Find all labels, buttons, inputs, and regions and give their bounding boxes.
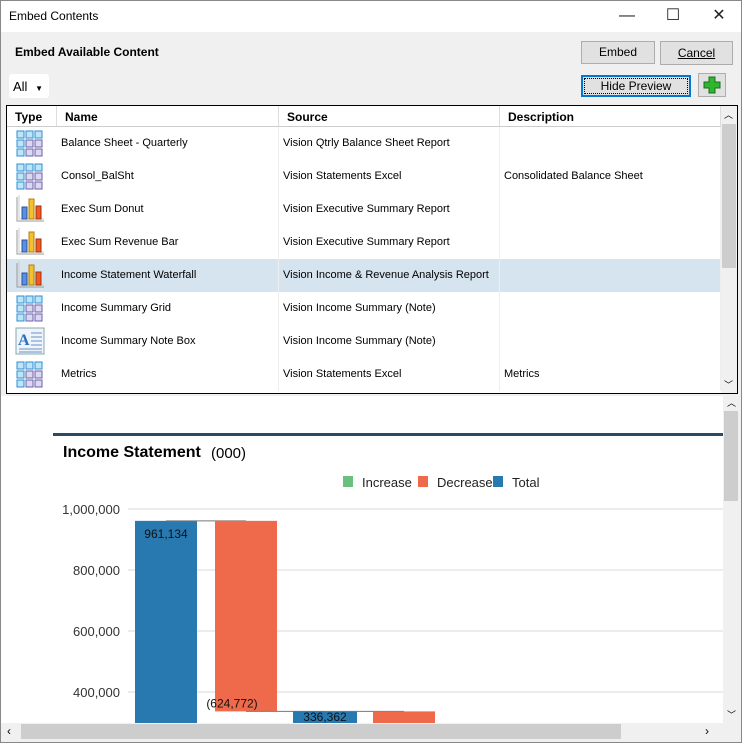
data-label: 961,134: [144, 527, 188, 541]
scrollbar-thumb[interactable]: [724, 411, 738, 501]
row-name: Income Summary Note Box: [57, 325, 279, 358]
data-label: 336,362: [303, 710, 347, 723]
legend-swatch: [493, 476, 503, 487]
legend-label[interactable]: Decrease: [437, 475, 493, 490]
content-table: Type Name Source Description Balance She…: [6, 105, 738, 394]
preview-panel: Income Statement (000) 1,000,000 800,000 6…: [1, 396, 723, 723]
bar-decrease[interactable]: [215, 520, 277, 712]
add-button[interactable]: [698, 73, 726, 97]
row-name: Metrics: [57, 358, 279, 391]
plus-icon: [703, 76, 721, 94]
chart-type-icon: [15, 228, 47, 257]
legend-label[interactable]: Total: [512, 475, 540, 490]
chart-type-icon: [15, 195, 47, 224]
scrollbar-thumb[interactable]: [722, 124, 736, 268]
row-description: [500, 226, 721, 259]
scroll-down-icon[interactable]: ﹀: [724, 378, 733, 391]
filter-value: All: [13, 79, 28, 94]
chart-type-icon: [15, 261, 47, 290]
row-source: Vision Income Summary (Note): [279, 325, 500, 358]
y-tick-label: 600,000: [73, 624, 120, 639]
preview-vertical-scrollbar[interactable]: ︿ ﹀: [723, 396, 740, 723]
row-source: Vision Income Summary (Note): [279, 292, 500, 325]
hide-preview-button[interactable]: Hide Preview: [581, 75, 691, 97]
row-description: Consolidated Balance Sheet: [500, 160, 721, 193]
row-source: Vision Executive Summary Report: [279, 193, 500, 226]
table-vertical-scrollbar[interactable]: ︿ ﹀: [721, 106, 737, 393]
grid-type-icon: [15, 360, 47, 389]
scroll-down-icon[interactable]: ﹀: [727, 708, 736, 721]
y-tick-label: 400,000: [73, 685, 120, 700]
table-row[interactable]: Consol_BalSht Vision Statements Excel Co…: [7, 160, 721, 193]
column-header-type[interactable]: Type: [7, 106, 57, 127]
row-description: [500, 325, 721, 358]
row-description: Metrics: [500, 358, 721, 391]
minimize-button[interactable]: —: [604, 5, 650, 27]
table-row[interactable]: Exec Sum Revenue Bar Vision Executive Su…: [7, 226, 721, 259]
type-filter-dropdown[interactable]: All ▼: [9, 74, 49, 98]
table-row[interactable]: A Income Summary Note Box Vision Income …: [7, 325, 721, 358]
row-description: [500, 259, 721, 292]
grid-type-icon: [15, 162, 47, 191]
title-bar: Embed Contents — ☐ ✕: [1, 1, 741, 32]
data-label: (624,772): [206, 696, 257, 710]
scrollbar-thumb[interactable]: [21, 724, 621, 739]
cancel-button[interactable]: Cancel: [660, 41, 733, 65]
scroll-up-icon[interactable]: ︿: [727, 396, 736, 409]
bar-decrease[interactable]: [373, 711, 435, 723]
row-source: Vision Statements Excel: [279, 358, 500, 391]
row-name: Exec Sum Donut: [57, 193, 279, 226]
chevron-down-icon: ▼: [35, 84, 43, 93]
scroll-up-icon[interactable]: ︿: [724, 108, 733, 121]
legend-swatch: [418, 476, 428, 487]
column-header-name[interactable]: Name: [57, 106, 279, 127]
column-header-description[interactable]: Description: [500, 106, 721, 127]
row-description: [500, 292, 721, 325]
grid-type-icon: [15, 129, 47, 158]
row-source: Vision Income & Revenue Analysis Report: [279, 259, 500, 292]
table-row[interactable]: Balance Sheet - Quarterly Vision Qtrly B…: [7, 127, 721, 160]
svg-text:A: A: [18, 332, 30, 349]
dialog-heading: Embed Available Content: [15, 45, 159, 59]
bar-total[interactable]: [135, 520, 197, 723]
row-name: Balance Sheet - Quarterly: [57, 127, 279, 160]
row-source: Vision Qtrly Balance Sheet Report: [279, 127, 500, 160]
legend-swatch: [343, 476, 353, 487]
legend-label[interactable]: Increase: [362, 475, 412, 490]
maximize-button[interactable]: ☐: [650, 5, 696, 27]
row-name: Consol_BalSht: [57, 160, 279, 193]
y-tick-label: 1,000,000: [62, 502, 120, 517]
scroll-right-icon[interactable]: ›: [705, 724, 709, 738]
close-button[interactable]: ✕: [696, 5, 742, 27]
window-title: Embed Contents: [9, 9, 99, 23]
grid-type-icon: [15, 294, 47, 323]
preview-horizontal-scrollbar[interactable]: ‹ ›: [1, 723, 723, 741]
y-tick-label: 800,000: [73, 563, 120, 578]
note-type-icon: A: [15, 327, 47, 356]
column-header-source[interactable]: Source: [279, 106, 500, 127]
row-name: Income Summary Grid: [57, 292, 279, 325]
embed-button[interactable]: Embed: [581, 41, 655, 64]
scroll-left-icon[interactable]: ‹: [7, 724, 11, 738]
row-name: Exec Sum Revenue Bar: [57, 226, 279, 259]
waterfall-chart: 1,000,000 800,000 600,000 400,000 Increase De…: [62, 475, 723, 723]
row-source: Vision Statements Excel: [279, 160, 500, 193]
table-row[interactable]: Exec Sum Donut Vision Executive Summary …: [7, 193, 721, 226]
row-description: [500, 193, 721, 226]
row-description: [500, 127, 721, 160]
row-source: Vision Executive Summary Report: [279, 226, 500, 259]
table-row[interactable]: Income Statement Waterfall Vision Income…: [7, 259, 721, 292]
table-row[interactable]: Metrics Vision Statements Excel Metrics: [7, 358, 721, 391]
row-name: Income Statement Waterfall: [57, 259, 279, 292]
table-row[interactable]: Income Summary Grid Vision Income Summar…: [7, 292, 721, 325]
